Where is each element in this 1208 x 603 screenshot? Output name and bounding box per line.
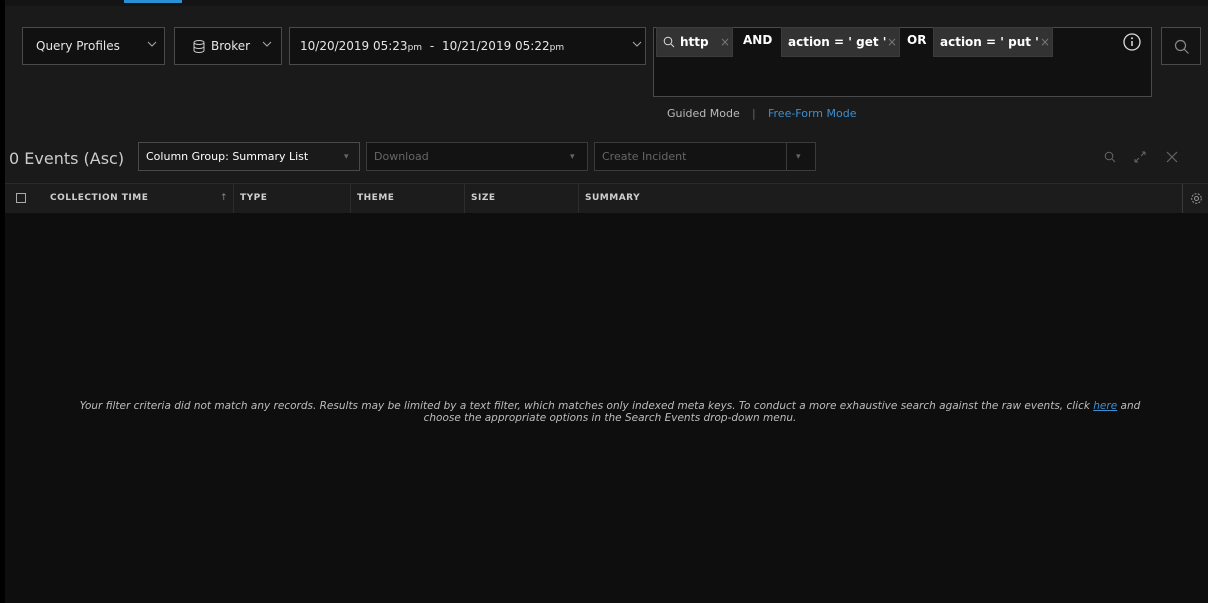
chevron-down-icon [262, 39, 272, 52]
filter-pill-action-get[interactable]: action = ' get ' × [781, 27, 900, 57]
search-icon [663, 36, 675, 51]
gear-icon [1190, 192, 1203, 208]
close-icon[interactable] [1165, 150, 1179, 167]
table-search-icon[interactable] [1104, 151, 1116, 166]
column-header-theme[interactable]: THEME [357, 193, 394, 203]
operator-and: AND [743, 33, 773, 47]
free-form-mode-link[interactable]: Free-Form Mode [768, 107, 857, 120]
table-body: Your filter criteria did not match any r… [5, 213, 1208, 603]
chevron-down-icon [632, 39, 642, 52]
empty-message-text: Your filter criteria did not match any r… [79, 400, 1094, 412]
mode-separator: | [752, 107, 756, 120]
col-divider [578, 184, 579, 214]
column-settings-button[interactable] [1182, 184, 1208, 214]
end-ampm: pm [549, 43, 565, 53]
database-icon [193, 40, 205, 56]
service-dropdown[interactable]: Broker [174, 27, 282, 65]
dropdown-divider [786, 143, 787, 170]
range-separator: - [429, 39, 435, 53]
col-divider [233, 184, 234, 214]
chevron-down-icon: ▾ [344, 152, 349, 162]
close-icon[interactable]: × [887, 35, 897, 49]
filter-pill-http[interactable]: http × [656, 27, 733, 57]
sort-ascending-icon[interactable]: ↑ [220, 193, 228, 203]
download-dropdown[interactable]: Download ▾ [366, 142, 588, 171]
start-ampm: pm [407, 43, 423, 53]
download-label: Download [374, 150, 429, 163]
search-submit-icon [1174, 39, 1190, 58]
chevron-down-icon: ▾ [796, 152, 801, 162]
close-icon[interactable]: × [720, 35, 730, 49]
time-range-text: 10/20/2019 05:23pm - 10/21/2019 05:22pm [300, 39, 564, 53]
create-incident-label: Create Incident [602, 150, 687, 163]
column-header-summary[interactable]: SUMMARY [585, 193, 640, 203]
select-all-checkbox[interactable] [16, 193, 26, 203]
query-profiles-label: Query Profiles [36, 39, 120, 53]
empty-message-suffix: and [1117, 400, 1141, 412]
raw-events-link[interactable]: here [1093, 400, 1117, 412]
operator-or: OR [907, 33, 927, 47]
column-header-size[interactable]: SIZE [471, 193, 496, 203]
create-incident-dropdown[interactable]: Create Incident ▾ [594, 142, 816, 171]
filter-pill-action-put[interactable]: action = ' put ' × [933, 27, 1053, 57]
events-count: 0 Events (Asc) [9, 149, 125, 168]
close-icon[interactable]: × [1040, 35, 1050, 49]
end-date: 10/21/2019 05:22 [442, 39, 550, 53]
chevron-down-icon: ▾ [570, 152, 575, 162]
active-tab-indicator [124, 0, 182, 3]
col-divider [464, 184, 465, 214]
chevron-down-icon [147, 39, 157, 52]
info-icon[interactable] [1123, 33, 1141, 54]
pill-text: action = ' put ' [940, 35, 1039, 49]
search-submit-button[interactable] [1161, 27, 1201, 65]
pill-text: action = ' get ' [788, 35, 887, 49]
expand-icon[interactable] [1134, 151, 1146, 166]
start-date: 10/20/2019 05:23 [300, 39, 408, 53]
empty-message-line2: choose the appropriate options in the Se… [423, 412, 797, 424]
query-profiles-dropdown[interactable]: Query Profiles [22, 27, 165, 65]
column-header-collection-time[interactable]: COLLECTION TIME [50, 193, 148, 203]
column-group-label: Column Group: Summary List [146, 150, 309, 163]
service-label: Broker [211, 39, 251, 53]
col-divider [350, 184, 351, 214]
guided-mode-link[interactable]: Guided Mode [667, 107, 740, 120]
pill-text: http [680, 35, 709, 49]
time-range-dropdown[interactable]: 10/20/2019 05:23pm - 10/21/2019 05:22pm [289, 27, 646, 65]
column-group-dropdown[interactable]: Column Group: Summary List ▾ [138, 142, 360, 171]
column-header-type[interactable]: TYPE [240, 193, 267, 203]
empty-state-message: Your filter criteria did not match any r… [45, 400, 1175, 424]
table-header: COLLECTION TIME ↑ TYPE THEME SIZE SUMMAR… [5, 183, 1208, 214]
